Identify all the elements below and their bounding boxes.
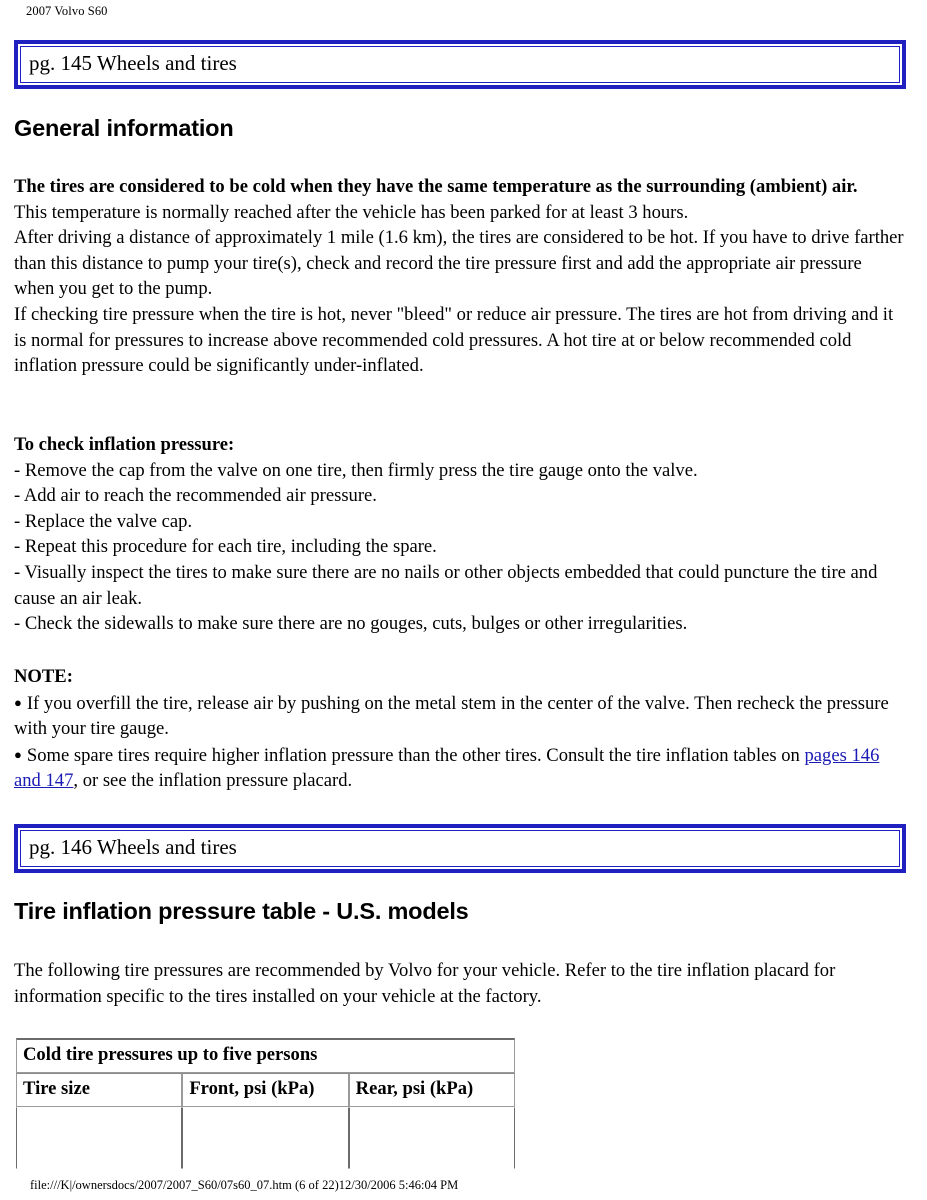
check-inflation-block: To check inflation pressure: - Remove th… xyxy=(14,432,906,637)
cold-tires-text-block: The tires are considered to be cold when… xyxy=(14,174,906,379)
note-bullet-text: If you overfill the tire, release air by… xyxy=(14,692,889,740)
page-banner-label-146: pg. 146 Wheels and tires xyxy=(29,835,237,859)
check-step: - Visually inspect the tires to make sur… xyxy=(14,561,878,609)
tire-inflation-table: Cold tire pressures up to five persons T… xyxy=(16,1038,515,1169)
tire-inflation-table-wrapper: Cold tire pressures up to five persons T… xyxy=(16,1038,515,1169)
document-page: 2007 Volvo S60 pg. 145 Wheels and tires … xyxy=(0,0,927,1200)
note-bullet-text-after: , or see the inflation pressure placard. xyxy=(73,770,353,792)
table-row xyxy=(16,1107,515,1169)
table-cell-empty xyxy=(348,1107,515,1169)
table-column-header-front: Front, psi (kPa) xyxy=(182,1073,349,1107)
tire-inflation-intro-block: The following tire pressures are recomme… xyxy=(14,958,906,1009)
note-heading: NOTE: xyxy=(14,666,73,687)
page-banner-146: pg. 146 Wheels and tires xyxy=(14,824,906,873)
cold-tires-lead: The tires are considered to be cold when… xyxy=(14,176,858,197)
bullet-dot-icon: ● xyxy=(14,746,22,762)
check-step: - Check the sidewalls to make sure there… xyxy=(14,613,688,635)
check-step: - Remove the cap from the valve on one t… xyxy=(14,459,698,481)
cold-tires-paragraph-1: This temperature is normally reached aft… xyxy=(14,201,689,223)
table-cell-empty xyxy=(182,1107,349,1169)
page-banner-145: pg. 145 Wheels and tires xyxy=(14,40,906,89)
running-head: 2007 Volvo S60 xyxy=(26,4,108,18)
table-row-span-header: Cold tire pressures up to five persons xyxy=(16,1038,515,1073)
page-title-tire-inflation-table: Tire inflation pressure table - U.S. mod… xyxy=(14,898,469,924)
page-banner-label-145: pg. 145 Wheels and tires xyxy=(29,51,237,75)
cold-tires-paragraph-2: After driving a distance of approximatel… xyxy=(14,227,904,300)
check-step: - Add air to reach the recommended air p… xyxy=(14,485,377,507)
note-bullet-item: ● Some spare tires require higher inflati… xyxy=(14,742,906,794)
check-step: - Repeat this procedure for each tire, i… xyxy=(14,536,437,558)
check-step: - Replace the valve cap. xyxy=(14,510,193,532)
page-banner-inner: pg. 145 Wheels and tires xyxy=(20,46,900,83)
table-column-header-tire-size: Tire size xyxy=(16,1073,183,1107)
tire-inflation-intro: The following tire pressures are recomme… xyxy=(14,960,836,1007)
page-banner-inner: pg. 146 Wheels and tires xyxy=(20,830,900,867)
table-span-header-cell: Cold tire pressures up to five persons xyxy=(16,1038,515,1073)
footer-file-path: file:///K|/ownersdocs/2007/2007_S60/07s6… xyxy=(30,1178,459,1192)
cold-tires-paragraph-3: If checking tire pressure when the tire … xyxy=(14,303,894,377)
page-title-general-information: General information xyxy=(14,115,234,141)
note-bullet-text-before: Some spare tires require higher inflatio… xyxy=(26,744,805,766)
table-column-header-rear: Rear, psi (kPa) xyxy=(348,1073,515,1107)
table-cell-empty xyxy=(16,1107,183,1169)
note-bullet-item: ● If you overfill the tire, release air b… xyxy=(14,690,906,742)
check-inflation-heading: To check inflation pressure: xyxy=(14,434,235,455)
bullet-dot-icon: ● xyxy=(14,694,22,710)
table-row-column-headers: Tire size Front, psi (kPa) Rear, psi (kP… xyxy=(16,1073,515,1107)
note-block: NOTE: ● If you overfill the tire, release… xyxy=(14,664,906,794)
